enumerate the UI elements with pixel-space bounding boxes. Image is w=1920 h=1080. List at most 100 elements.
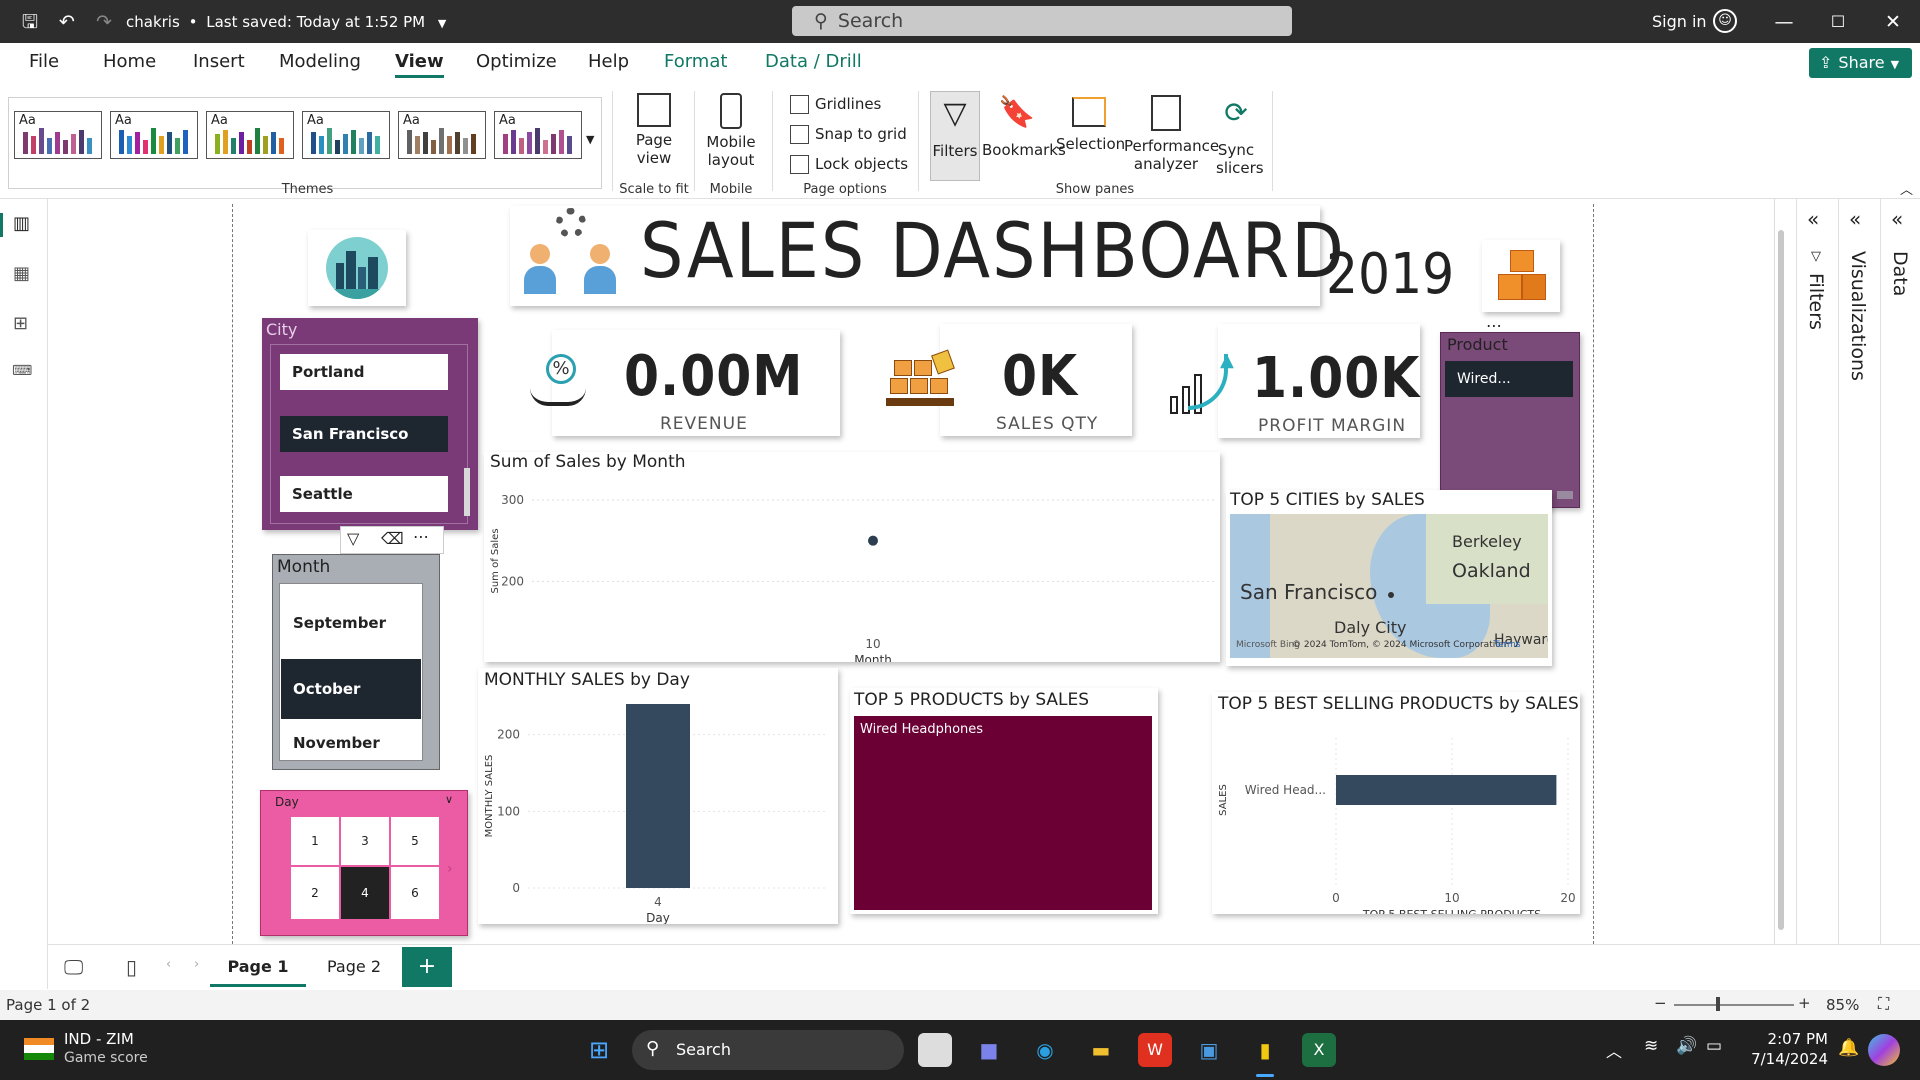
mobile-layout-button[interactable]: Mobile layout (700, 93, 762, 169)
zoom-in-icon[interactable]: + (1798, 994, 1811, 1012)
bookmarks-button[interactable]: 🔖 Bookmarks (982, 91, 1066, 159)
map-data-point[interactable] (1388, 592, 1394, 598)
filters-pane-collapsed[interactable]: « ▽ Filters (1796, 199, 1838, 944)
zoom-slider-thumb[interactable] (1716, 997, 1720, 1011)
tray-overflow-icon[interactable]: ︿ (1606, 1038, 1622, 1062)
expand-pane-icon[interactable]: « (1891, 207, 1903, 231)
sales-qty-card[interactable]: 0K SALES QTY (940, 324, 1132, 436)
clock-date[interactable]: 7/14/2024 (1748, 1050, 1828, 1068)
day-tile-4[interactable]: 4 (341, 867, 389, 919)
profit-margin-card[interactable]: 1.00K PROFIT MARGIN (1218, 324, 1420, 438)
menu-format[interactable]: Format (664, 51, 727, 72)
lock-objects-checkbox[interactable]: Lock objects (790, 155, 908, 174)
product-slicer-scrollbar[interactable] (1557, 491, 1573, 499)
sum-of-sales-chart[interactable]: Sum of Sales by Month 300 200 10 Month Sum o… (484, 452, 1220, 662)
theme-1[interactable]: Aa (14, 111, 102, 159)
filters-pane-button[interactable]: ▽ Filters (930, 91, 980, 181)
power-bi-icon[interactable]: ▮ (1248, 1033, 1282, 1067)
city-option-seattle[interactable]: Seattle (280, 476, 448, 512)
sign-in-link[interactable]: Sign in (1652, 12, 1707, 31)
excel-icon[interactable]: X (1302, 1033, 1336, 1067)
collapse-ribbon-icon[interactable]: ︿ (1900, 179, 1913, 198)
tab-page-2[interactable]: Page 2 (306, 947, 402, 987)
month-option-october[interactable]: October (281, 659, 421, 719)
day-tile-5[interactable]: 5 (391, 817, 439, 865)
gridlines-checkbox[interactable]: Gridlines (790, 95, 881, 114)
windows-start-icon[interactable]: ⊞ (582, 1033, 616, 1067)
map-terms-link[interactable]: Terms (1494, 640, 1521, 650)
themes-expand-icon[interactable]: ▼ (586, 133, 594, 146)
day-tile-3[interactable]: 3 (341, 817, 389, 865)
menu-file[interactable]: File (29, 51, 59, 72)
report-view-icon[interactable]: ▥ (13, 213, 30, 234)
prev-page-icon[interactable]: ‹ (166, 957, 171, 972)
menu-view[interactable]: View (395, 51, 444, 78)
performance-analyzer-button[interactable]: Performance analyzer (1124, 91, 1219, 173)
wps-office-icon[interactable]: W (1138, 1033, 1172, 1067)
account-icon[interactable]: ☺ (1713, 9, 1737, 33)
theme-6[interactable]: Aa (494, 111, 582, 159)
revenue-card[interactable]: 0.00M REVENUE (552, 330, 840, 436)
maximize-icon[interactable]: ☐ (1826, 10, 1850, 34)
task-view-icon[interactable] (918, 1033, 952, 1067)
city-option-san-francisco[interactable]: San Francisco (280, 416, 448, 452)
add-page-button[interactable]: + (402, 947, 452, 987)
treemap-visual[interactable]: TOP 5 PRODUCTS by SALES Wired Headphones (850, 688, 1158, 914)
page-view-button[interactable]: Page view (626, 93, 682, 167)
month-option-november[interactable]: November (281, 727, 421, 759)
menu-insert[interactable]: Insert (193, 51, 245, 72)
product-option-wired[interactable]: Wired... (1445, 361, 1573, 397)
expand-pane-icon[interactable]: « (1807, 207, 1819, 231)
next-page-icon[interactable]: › (194, 957, 199, 972)
store-icon[interactable]: ▣ (1192, 1033, 1226, 1067)
theme-3[interactable]: Aa (206, 111, 294, 159)
chevron-down-icon[interactable]: ∨ (445, 793, 453, 806)
expand-pane-icon[interactable]: « (1849, 207, 1861, 231)
minimize-icon[interactable]: — (1772, 10, 1796, 34)
city-slicer-scrollbar[interactable] (464, 468, 470, 516)
monthly-sales-by-day-chart[interactable]: MONTHLY SALES by Day 200 100 0 4 Day MONTHLY … (478, 668, 838, 924)
menu-modeling[interactable]: Modeling (279, 51, 361, 72)
desktop-view-icon[interactable]: 🖵 (64, 955, 83, 979)
teams-icon[interactable]: ■ (972, 1033, 1006, 1067)
more-options-icon[interactable]: ⋯ (413, 527, 429, 546)
snap-to-grid-checkbox[interactable]: Snap to grid (790, 125, 907, 144)
copilot-icon[interactable] (1868, 1034, 1900, 1066)
data-pane-collapsed[interactable]: « Data (1880, 199, 1920, 944)
india-flag-icon[interactable] (24, 1038, 54, 1060)
menu-data-drill[interactable]: Data / Drill (765, 51, 862, 72)
edge-icon[interactable]: ◉ (1028, 1033, 1062, 1067)
close-icon[interactable]: ✕ (1881, 10, 1905, 34)
selection-button[interactable]: Selection (1056, 91, 1125, 153)
map-visual[interactable]: TOP 5 CITIES by SALES San Francisco Berk… (1226, 490, 1552, 666)
menu-help[interactable]: Help (588, 51, 629, 72)
day-tile-2[interactable]: 2 (291, 867, 339, 919)
share-button[interactable]: ⇪ Share ▼ (1809, 48, 1912, 78)
theme-4[interactable]: Aa (302, 111, 390, 159)
theme-2[interactable]: Aa (110, 111, 198, 159)
search-input[interactable]: ⚲ Search (792, 6, 1292, 36)
file-name[interactable]: chakris • Last saved: Today at 1:52 PM ▼ (126, 13, 446, 31)
menu-home[interactable]: Home (103, 51, 156, 72)
day-tile-1[interactable]: 1 (291, 817, 339, 865)
eraser-icon[interactable]: ⌫ (381, 529, 404, 548)
notification-bell-icon[interactable]: 🔔 (1838, 1038, 1859, 1058)
canvas-vertical-scrollbar[interactable] (1776, 200, 1786, 945)
undo-icon[interactable]: ↶ (55, 10, 79, 34)
day-tile-6[interactable]: 6 (391, 867, 439, 919)
file-explorer-icon[interactable]: ▬ (1084, 1033, 1118, 1067)
model-view-icon[interactable]: ⊞ (13, 313, 28, 334)
map-canvas[interactable]: San Francisco Berkeley Oakland Daly City… (1230, 514, 1548, 658)
theme-5[interactable]: Aa (398, 111, 486, 159)
filter-icon[interactable]: ▽ (347, 529, 359, 548)
battery-icon[interactable]: ▭ (1706, 1036, 1722, 1056)
wifi-icon[interactable]: ≋ (1644, 1036, 1658, 1056)
fit-to-page-icon[interactable]: ⛶ (1878, 994, 1889, 1014)
widget-title[interactable]: IND - ZIM (64, 1030, 134, 1048)
taskbar-search[interactable]: ⚲ Search (632, 1030, 904, 1070)
mobile-view-icon[interactable]: ▯ (126, 955, 137, 979)
chevron-right-icon[interactable]: › (447, 861, 453, 877)
sync-slicers-button[interactable]: ⟳ Sync slicers (1210, 91, 1264, 177)
table-view-icon[interactable]: ▦ (13, 263, 30, 284)
best-selling-chart[interactable]: TOP 5 BEST SELLING PRODUCTS by SALES 0 10… (1212, 692, 1580, 914)
